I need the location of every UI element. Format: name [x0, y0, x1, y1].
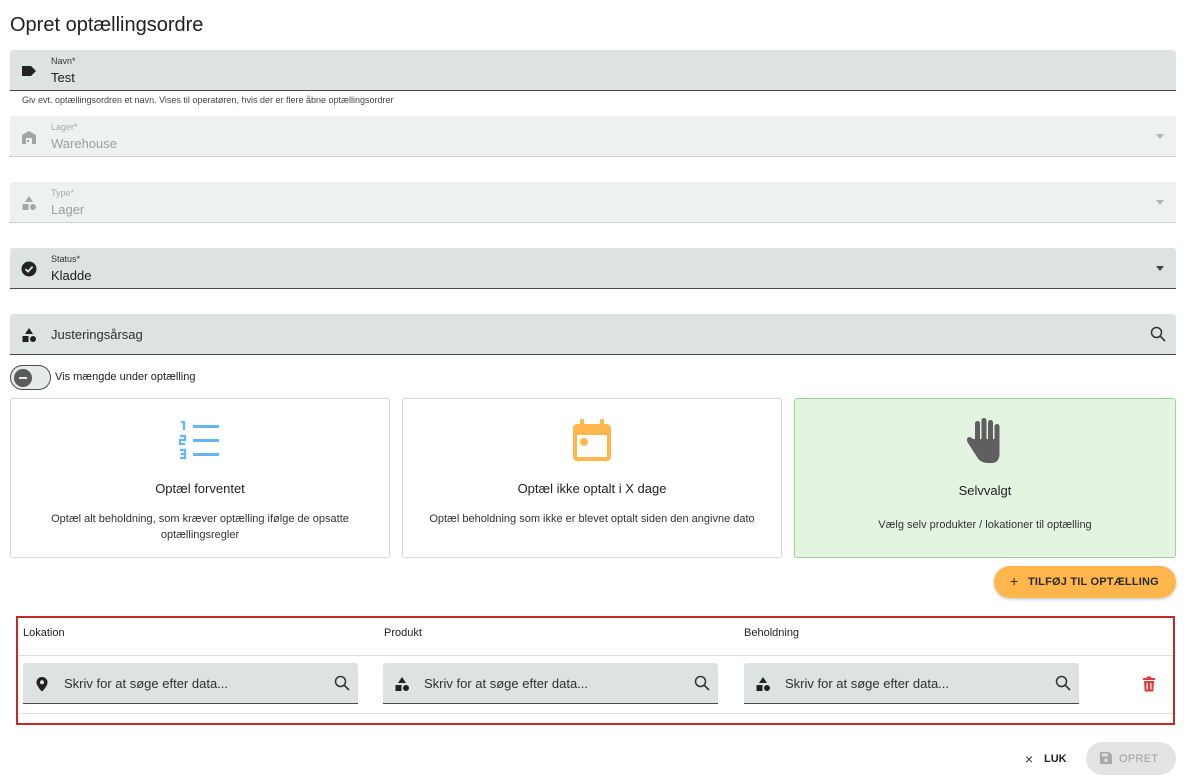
delete-row-icon[interactable] — [1142, 676, 1156, 692]
hand-icon — [966, 418, 1000, 463]
plus-icon: + — [1010, 573, 1019, 589]
search-icon[interactable] — [1055, 675, 1071, 691]
header-divider — [18, 655, 1173, 656]
close-icon: × — [1025, 751, 1034, 767]
status-label: Status* — [51, 254, 81, 264]
column-header-location: Lokation — [23, 627, 65, 639]
location-search-input[interactable]: Skriv for at søge efter data... — [23, 663, 358, 704]
chevron-down-icon — [1156, 134, 1164, 139]
warehouse-value: Warehouse — [51, 136, 117, 151]
label-tag-icon — [22, 66, 36, 76]
chevron-down-icon[interactable] — [1156, 266, 1164, 271]
card-description: Optæl alt beholdning, som kræver optælli… — [51, 513, 349, 541]
adjustment-reason-placeholder: Justeringsårsag — [51, 327, 143, 342]
location-placeholder: Skriv for at søge efter data... — [64, 676, 229, 691]
card-description: Vælg selv produkter / lokationer til opt… — [878, 519, 1092, 531]
chevron-down-icon — [1156, 200, 1164, 205]
search-icon[interactable] — [334, 675, 350, 691]
check-circle-icon — [21, 261, 37, 277]
stock-search-input[interactable]: Skriv for at søge efter data... — [744, 663, 1079, 704]
card-title: Optæl forventet — [155, 481, 245, 496]
product-placeholder: Skriv for at søge efter data... — [424, 676, 589, 691]
shapes-icon — [22, 328, 36, 342]
calendar-icon — [573, 419, 611, 461]
column-header-product: Produkt — [384, 627, 422, 639]
shapes-icon — [395, 677, 409, 691]
show-quantity-toggle[interactable] — [10, 365, 51, 390]
product-search-input[interactable]: Skriv for at søge efter data... — [383, 663, 718, 704]
status-select[interactable]: Status* Kladde — [10, 248, 1176, 289]
row-divider — [18, 713, 1173, 714]
name-field[interactable]: Navn* Test — [10, 50, 1176, 91]
close-label: LUK — [1044, 753, 1067, 765]
card-title: Selvvalgt — [958, 483, 1012, 498]
status-value: Kladde — [51, 268, 92, 283]
search-icon[interactable] — [1150, 326, 1166, 342]
name-helper-text: Giv evt. optællingsordren et navn. Vises… — [22, 95, 394, 105]
close-button[interactable]: × LUK — [1018, 744, 1078, 774]
add-to-count-button[interactable]: + TILFØJ TIL OPTÆLLING — [994, 566, 1176, 598]
name-label: Navn* — [51, 56, 76, 66]
count-lines-table: Lokation Produkt Beholdning Skriv for at… — [16, 616, 1175, 725]
show-quantity-label: Vis mængde under optælling — [55, 371, 196, 383]
card-count-not-counted[interactable]: Optæl ikke optalt i X dage Optæl beholdn… — [402, 398, 782, 558]
type-label: Type* — [51, 188, 75, 198]
warehouse-label: Lager* — [51, 122, 78, 132]
warehouse-select: Lager* Warehouse — [10, 116, 1176, 157]
shapes-icon — [756, 677, 770, 691]
toggle-knob — [14, 369, 32, 387]
search-icon[interactable] — [694, 675, 710, 691]
adjustment-reason-search[interactable]: Justeringsårsag — [10, 314, 1176, 355]
add-to-count-label: TILFØJ TIL OPTÆLLING — [1028, 576, 1159, 588]
card-description: Optæl beholdning som ikke er blevet opta… — [429, 513, 755, 525]
card-title: Optæl ikke optalt i X dage — [517, 481, 667, 496]
create-button[interactable]: OPRET — [1086, 742, 1176, 775]
card-self-selected[interactable]: Selvvalgt Vælg selv produkter / lokation… — [794, 398, 1176, 558]
card-count-expected[interactable]: Optæl forventet Optæl alt beholdning, so… — [10, 398, 390, 558]
page-title: Opret optællingsordre — [10, 14, 204, 36]
type-select: Type* Lager — [10, 182, 1176, 223]
type-value: Lager — [51, 202, 85, 217]
column-header-stock: Beholdning — [744, 627, 800, 639]
shapes-icon — [22, 196, 36, 210]
stock-placeholder: Skriv for at søge efter data... — [785, 676, 950, 691]
numbered-list-icon — [178, 420, 219, 460]
create-label: OPRET — [1119, 753, 1159, 765]
save-icon — [1100, 752, 1112, 764]
location-pin-icon — [36, 677, 48, 692]
name-value[interactable]: Test — [51, 70, 75, 85]
warehouse-icon — [22, 131, 36, 144]
